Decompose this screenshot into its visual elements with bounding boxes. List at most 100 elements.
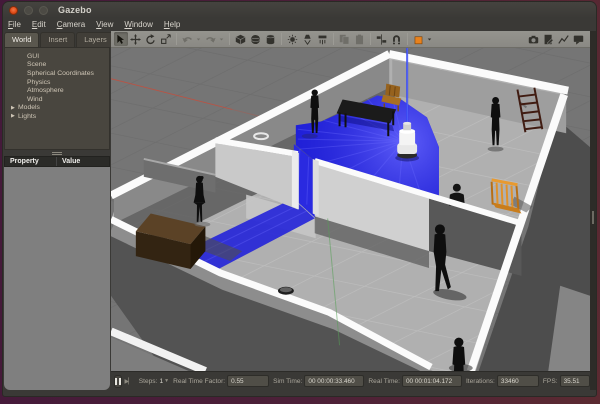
menu-edit[interactable]: Edit [32,20,46,29]
sim-time-value[interactable]: 00 00:00:33.460 [304,375,364,387]
redo-history-button[interactable] [219,32,226,46]
toolbar-separator [333,33,334,45]
close-button[interactable] [9,6,18,15]
directional-light-button[interactable] [316,32,330,46]
view-angle-menu-button[interactable] [427,32,434,46]
tree-item-label: Atmosphere [18,87,64,94]
sphere-icon [250,34,261,45]
copy-button[interactable] [338,32,352,46]
sim-time-label: Sim Time: [273,378,302,385]
point-light-icon [287,34,298,45]
maximize-button[interactable] [39,6,48,15]
doorjamb-left [292,150,299,209]
tree-item-scene[interactable]: Scene [5,61,109,70]
step-button[interactable]: ▶▏ [124,375,133,388]
tree-item-physics[interactable]: Physics [5,78,109,87]
translate-icon [130,34,141,45]
gazebo-window: Gazebo File Edit Camera View Window Help Worl… [2,1,597,397]
property-table-header: Property Value [4,156,110,167]
undo-button[interactable] [181,32,195,46]
render-viewport[interactable] [111,48,590,371]
tree-item-lights[interactable]: ▶Lights [5,112,109,121]
screenshot-button[interactable] [527,32,541,46]
sidebar: WorldInsertLayers GUISceneSpherical Coor… [3,31,111,390]
titlebar[interactable]: Gazebo [3,2,596,18]
tree-item-models[interactable]: ▶Models [5,104,109,113]
step-icon: ▶▏ [125,378,132,385]
fps-value[interactable]: 35.51 [560,375,590,387]
splitter-handle[interactable] [592,211,594,224]
property-table-body[interactable] [4,167,110,390]
menu-window[interactable]: Window [124,20,152,29]
directional-light-icon [317,34,328,45]
iterations-label: Iterations: [466,378,495,385]
simulation-statusbar: ▶▏ Steps: 1 ▼ Real Time Factor:0.55Sim T… [111,371,590,390]
tree-item-atmosphere[interactable]: Atmosphere [5,86,109,95]
toolbar-separator [281,33,282,45]
caret-icon [219,36,226,43]
rotate-icon [145,34,156,45]
tab-insert[interactable]: Insert [40,32,75,47]
chat-icon [573,34,584,45]
point-light-button[interactable] [286,32,300,46]
person-6[interactable] [452,338,465,371]
box-button[interactable] [234,32,248,46]
orange-square-icon [413,34,424,45]
redo-icon [205,34,216,45]
tree-item-wind[interactable]: Wind [5,95,109,104]
steps-label: Steps: [139,378,158,385]
undo-icon [182,34,193,45]
undo-history-button[interactable] [196,32,203,46]
scene-3d[interactable] [111,48,590,371]
menu-file[interactable]: File [8,20,21,29]
menu-camera[interactable]: Camera [57,20,85,29]
minimize-button[interactable] [24,6,33,15]
expand-arrow-icon[interactable]: ▶ [11,113,18,119]
fps-label: FPS: [543,378,558,385]
real-time-label: Real Time: [368,378,400,385]
translate-button[interactable] [129,32,143,46]
spot-light-button[interactable] [301,32,315,46]
snap-button[interactable] [390,32,404,46]
redo-button[interactable] [204,32,218,46]
select-arrow-icon [115,34,126,45]
real-time-factor-value[interactable]: 0.55 [227,375,269,387]
cylinder-button[interactable] [264,32,278,46]
iterations-value[interactable]: 33460 [497,375,539,387]
tree-item-label: GUI [18,53,39,60]
paste-button[interactable] [353,32,367,46]
select-button[interactable] [114,32,128,46]
viewport-edge-splitter[interactable] [590,31,596,390]
tree-item-spherical-coordinates[interactable]: Spherical Coordinates [5,69,109,78]
tree-item-label: Wind [18,96,43,103]
pause-button[interactable] [114,375,122,388]
pause-icon [115,378,121,385]
tree-item-label: Scene [18,61,46,68]
menu-help[interactable]: Help [164,20,180,29]
property-column-header: Property [5,157,57,166]
bowl[interactable] [278,287,294,295]
data-logger-button[interactable] [572,32,586,46]
box-icon [235,34,246,45]
scale-icon [160,34,171,45]
real-time-value[interactable]: 00 00:01:04.172 [402,375,462,387]
tree-item-gui[interactable]: GUI [5,52,109,61]
sphere-button[interactable] [249,32,263,46]
expand-arrow-icon[interactable]: ▶ [11,105,18,111]
steps-value[interactable]: 1 [159,378,163,385]
viewport-toolbar [111,31,590,48]
camera-icon [528,34,539,45]
view-angle-button[interactable] [412,32,426,46]
scale-button[interactable] [159,32,173,46]
copy-icon [339,34,350,45]
tab-layers[interactable]: Layers [76,32,115,47]
log-record-button[interactable] [542,32,556,46]
toolbar-separator [176,33,177,45]
plot-button[interactable] [557,32,571,46]
tab-world[interactable]: World [4,32,39,47]
rotate-button[interactable] [144,32,158,46]
window-title: Gazebo [58,5,92,15]
menu-view[interactable]: View [96,20,113,29]
align-button[interactable] [375,32,389,46]
paste-icon [354,34,365,45]
